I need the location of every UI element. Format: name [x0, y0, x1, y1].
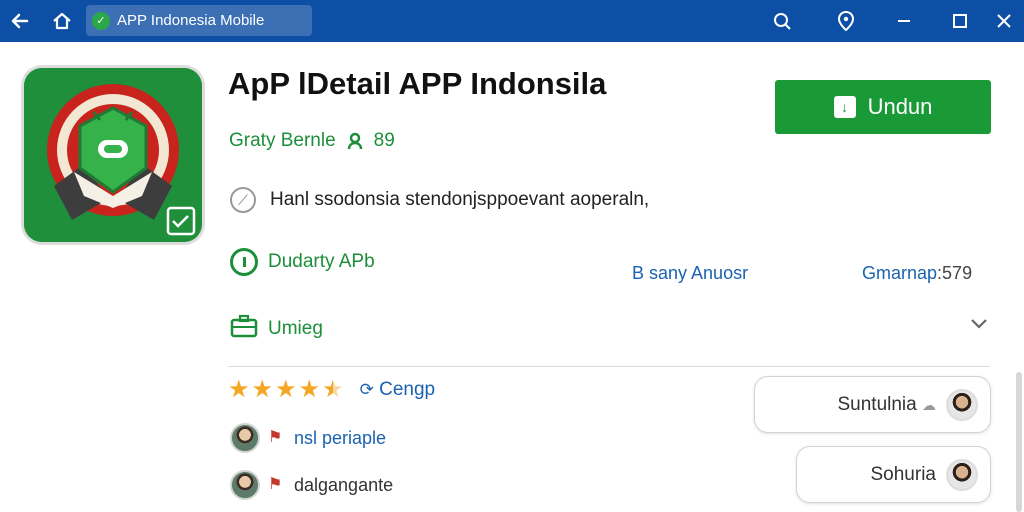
briefcase-icon	[230, 314, 258, 344]
details-row-2-label: Umieg	[268, 318, 323, 339]
half-star-icon: ★	[322, 376, 344, 403]
app-detail-page: ApP lDetail APP Indonsila ↓ Undun Graty …	[0, 42, 1024, 512]
flag-icon: ⚑	[268, 429, 283, 446]
star-icon: ★	[251, 376, 274, 403]
person-icon	[346, 132, 364, 150]
vertical-scrollbar[interactable]	[1016, 372, 1022, 512]
page-title: ApP lDetail APP Indonsila	[228, 66, 607, 101]
pill-1-label-text: Suntulnia	[837, 393, 917, 415]
list-item[interactable]: ⚑ nsl periaple	[230, 423, 386, 453]
download-button-label: Undun	[867, 94, 933, 119]
rating-label: ⟳ Cengp	[360, 379, 436, 401]
star-icon: ★	[228, 376, 250, 403]
refresh-icon: ⟳	[359, 380, 374, 399]
description-row: ⟋ Hanl ssodonsia stendonjsppoevant aoper…	[230, 187, 649, 213]
developer-row[interactable]: Graty Bernle 89	[229, 130, 395, 152]
home-icon[interactable]	[42, 0, 82, 42]
rating-row[interactable]: ★ ★ ★ ★ ★ ⟳ Cengp	[228, 378, 435, 402]
section-divider	[228, 366, 990, 367]
review-name: nsl periaple	[294, 427, 387, 448]
flag-icon: ⚑	[268, 476, 283, 493]
power-icon	[230, 248, 258, 276]
avatar	[230, 470, 260, 500]
list-item[interactable]: ⚑ dalgangante	[230, 470, 393, 500]
maximize-icon[interactable]	[940, 0, 980, 42]
rating-label-text: Cengp	[379, 379, 436, 400]
review-name: dalgangante	[294, 474, 394, 495]
user-pill-2[interactable]: Sohuria	[796, 446, 991, 503]
details-row-1[interactable]: Dudarty APb	[230, 248, 375, 276]
star-icon: ★	[275, 376, 297, 403]
info-right-value: :579	[937, 263, 973, 283]
pill-1-label: Suntulnia ☁	[837, 394, 936, 416]
download-icon: ↓	[833, 96, 856, 118]
location-pin-icon[interactable]	[826, 0, 866, 42]
browser-titlebar: ✓ APP Indonesia Mobile	[0, 0, 1024, 42]
address-bar[interactable]: ✓ APP Indonesia Mobile	[86, 5, 312, 36]
address-bar-text: APP Indonesia Mobile	[117, 12, 265, 29]
chevron-down-icon[interactable]	[970, 314, 988, 332]
cloud-icon: ☁	[922, 396, 936, 413]
info-left: B sany Anuosr	[632, 263, 749, 283]
developer-name: Graty Bernle	[229, 130, 336, 151]
minimize-icon[interactable]	[884, 0, 924, 42]
close-icon[interactable]	[984, 0, 1024, 42]
back-arrow-icon[interactable]	[0, 0, 40, 42]
details-row-1-label: Dudarty APb	[268, 251, 375, 272]
avatar	[946, 458, 978, 491]
star-icon: ★	[298, 376, 321, 403]
info-right-label: Gmarnap	[862, 263, 938, 283]
secure-shield-icon: ✓	[92, 11, 110, 30]
user-pill-1[interactable]: Suntulnia ☁	[754, 376, 991, 433]
avatar	[230, 423, 260, 453]
pill-2-label: Sohuria	[870, 463, 937, 485]
avatar	[946, 388, 978, 421]
info-right: Gmarnap:579	[862, 263, 972, 284]
app-logo-icon	[24, 68, 202, 242]
link-icon: ⟋	[230, 187, 256, 213]
developer-score: 89	[373, 130, 395, 151]
description-text: Hanl ssodonsia stendonjsppoevant aoperal…	[270, 189, 650, 210]
details-row-2[interactable]: Umieg	[230, 314, 323, 344]
zoom-icon[interactable]	[762, 0, 802, 42]
download-button[interactable]: ↓ Undun	[775, 80, 991, 134]
